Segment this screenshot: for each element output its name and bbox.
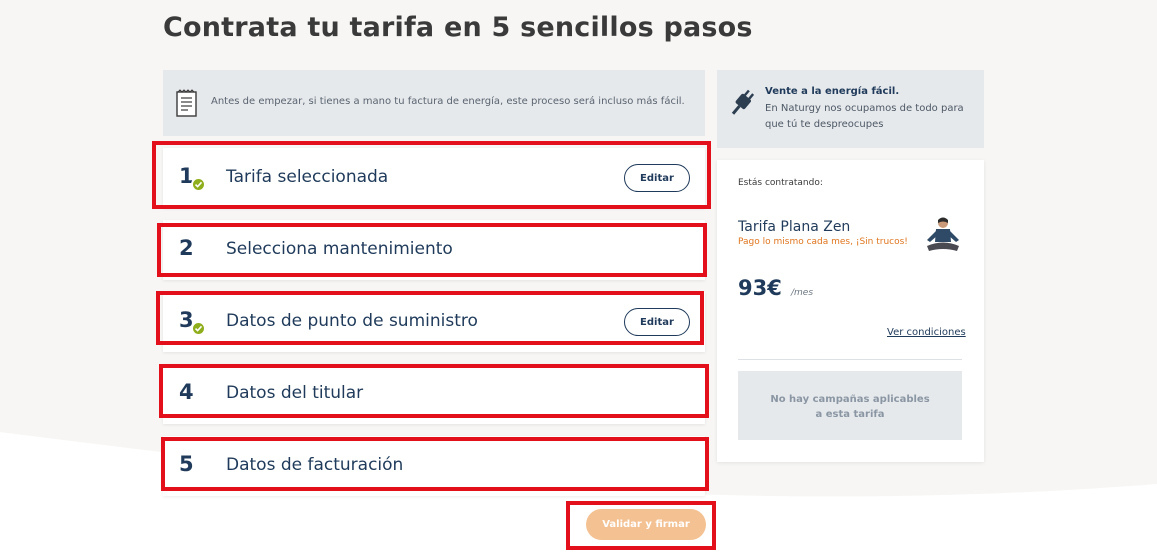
step-label: Datos del titular bbox=[226, 383, 364, 403]
edit-button-step-1[interactable]: Editar bbox=[624, 164, 690, 192]
campaign-text-line-1: No hay campañas aplicables bbox=[770, 394, 930, 405]
info-box: Antes de empezar, si tienes a mano tu fa… bbox=[163, 70, 705, 136]
divider bbox=[738, 359, 962, 360]
step-2-selecciona-mantenimiento[interactable]: 2 Selecciona mantenimiento bbox=[163, 220, 705, 280]
campaign-text-line-2: a esta tarifa bbox=[815, 409, 885, 420]
side-info-title: Vente a la energía fácil. bbox=[765, 86, 900, 97]
side-info-box: Vente a la energía fácil. En Naturgy nos… bbox=[717, 70, 984, 148]
summary-card: Estás contratando: Tarifa Plana Zen Pago… bbox=[717, 160, 984, 462]
step-number: 4 bbox=[179, 380, 194, 404]
check-icon bbox=[191, 177, 206, 192]
meditation-avatar-icon bbox=[927, 217, 959, 251]
step-3-datos-punto-suministro[interactable]: 3 Datos de punto de suministro Editar bbox=[163, 292, 705, 352]
side-info-description: En Naturgy nos ocupamos de todo para que… bbox=[765, 103, 964, 130]
step-number: 5 bbox=[179, 452, 194, 476]
document-icon bbox=[176, 89, 197, 117]
contracting-label: Estás contratando: bbox=[738, 178, 823, 188]
page-title: Contrata tu tarifa en 5 sencillos pasos bbox=[163, 12, 753, 43]
step-label: Selecciona mantenimiento bbox=[226, 239, 453, 259]
step-1-tarifa-seleccionada[interactable]: 1 Tarifa seleccionada Editar bbox=[163, 148, 705, 208]
step-4-datos-titular[interactable]: 4 Datos del titular bbox=[163, 364, 705, 424]
info-text: Antes de empezar, si tienes a mano tu fa… bbox=[211, 96, 685, 107]
step-number: 2 bbox=[179, 236, 194, 260]
plan-name: Tarifa Plana Zen bbox=[738, 219, 851, 235]
step-label: Datos de facturación bbox=[226, 455, 404, 475]
step-label: Datos de punto de suministro bbox=[226, 311, 478, 331]
validate-and-sign-button[interactable]: Validar y firmar bbox=[586, 509, 706, 540]
price-period: /mes bbox=[791, 288, 814, 298]
step-label: Tarifa seleccionada bbox=[226, 167, 389, 187]
plug-icon bbox=[731, 89, 755, 115]
plan-price: 93€ bbox=[738, 276, 782, 300]
edit-button-step-3[interactable]: Editar bbox=[624, 308, 690, 336]
view-conditions-link[interactable]: Ver condiciones bbox=[887, 327, 966, 338]
step-5-datos-facturacion[interactable]: 5 Datos de facturación bbox=[163, 436, 705, 496]
check-icon bbox=[191, 321, 206, 336]
plan-tagline: Pago lo mismo cada mes, ¡Sin trucos! bbox=[738, 237, 908, 247]
campaign-box: No hay campañas aplicables a esta tarifa bbox=[738, 371, 962, 440]
